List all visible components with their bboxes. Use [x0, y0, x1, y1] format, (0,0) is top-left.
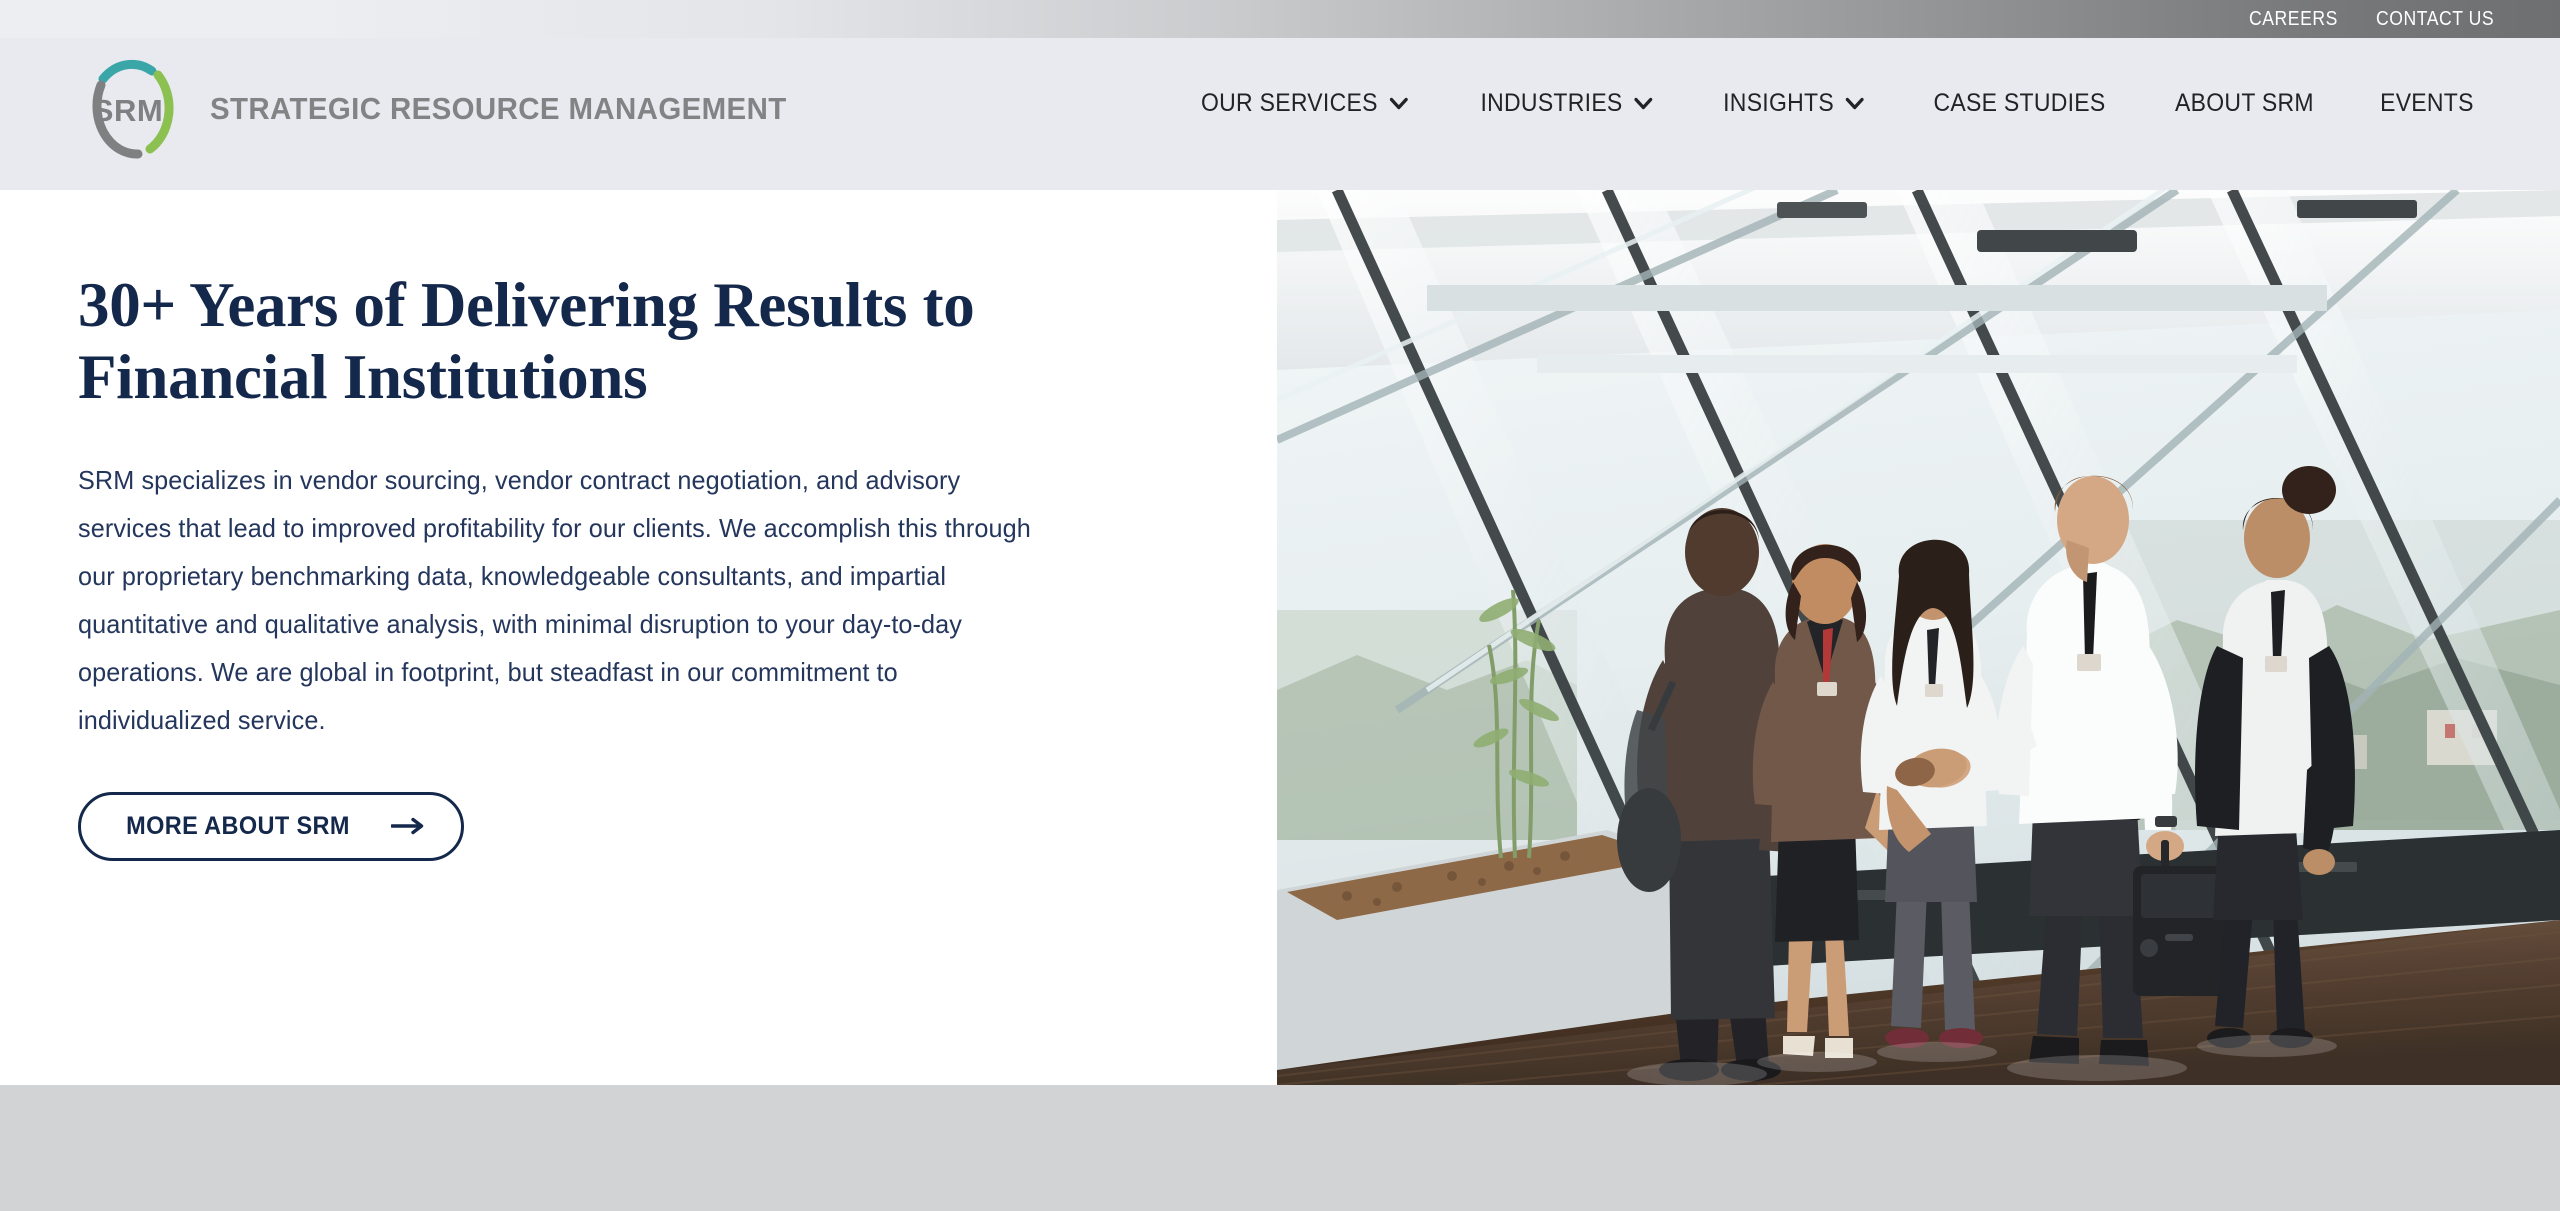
more-about-srm-button[interactable]: MORE ABOUT SRM	[78, 791, 464, 861]
cta-label: MORE ABOUT SRM	[126, 811, 350, 840]
nav-label: OUR SERVICES	[1201, 89, 1379, 117]
chevron-down-icon	[1635, 97, 1654, 110]
hero-title-line-1: 30+ Years of Delivering Results to	[78, 270, 975, 340]
hero-description: SRM specializes in vendor sourcing, vend…	[78, 464, 1031, 735]
careers-link[interactable]: CAREERS	[2249, 8, 2338, 31]
nav-label: ABOUT SRM	[2175, 89, 2315, 117]
srm-logo-icon: SRM	[70, 48, 192, 170]
nav-label: EVENTS	[2380, 89, 2474, 117]
arrow-right-icon	[391, 817, 425, 835]
nav-label: CASE STUDIES	[1933, 89, 2106, 117]
hero-image	[1277, 190, 2560, 1085]
chevron-down-icon	[1846, 97, 1864, 110]
nav-label: INSIGHTS	[1722, 89, 1834, 117]
logo-wordmark: STRATEGIC RESOURCE MANAGEMENT	[210, 91, 787, 126]
hero-title-line-2: Financial Institutions	[78, 341, 648, 412]
contact-us-link[interactable]: CONTACT US	[2376, 8, 2494, 31]
nav-item-events[interactable]: EVENTS	[2354, 83, 2499, 124]
site-logo[interactable]: SRM STRATEGIC RESOURCE MANAGEMENT	[70, 48, 817, 170]
nav-item-our-services[interactable]: OUR SERVICES	[1176, 83, 1435, 124]
nav-item-insights[interactable]: INSIGHTS	[1697, 83, 1890, 124]
nav-label: INDUSTRIES	[1480, 89, 1623, 117]
below-fold-section	[0, 1085, 2560, 1211]
page-title: 30+ Years of Delivering Results to Finan…	[78, 270, 1138, 414]
site-header: SRM STRATEGIC RESOURCE MANAGEMENT OUR SE…	[0, 38, 2560, 190]
svg-text:SRM: SRM	[93, 93, 163, 128]
main-navigation: OUR SERVICES INDUSTRIES INSIGHTS CASE ST…	[1164, 83, 2506, 124]
page-root: CAREERS CONTACT US SRM STRATEGIC RESOURC…	[0, 0, 2560, 1211]
top-utility-bar: CAREERS CONTACT US	[0, 0, 2560, 38]
nav-item-case-studies[interactable]: CASE STUDIES	[1908, 83, 2132, 124]
chevron-down-icon	[1390, 97, 1409, 110]
nav-item-industries[interactable]: INDUSTRIES	[1455, 83, 1679, 124]
nav-item-about-srm[interactable]: ABOUT SRM	[2150, 83, 2340, 124]
hero-copy-block: 30+ Years of Delivering Results to Finan…	[78, 270, 1138, 861]
